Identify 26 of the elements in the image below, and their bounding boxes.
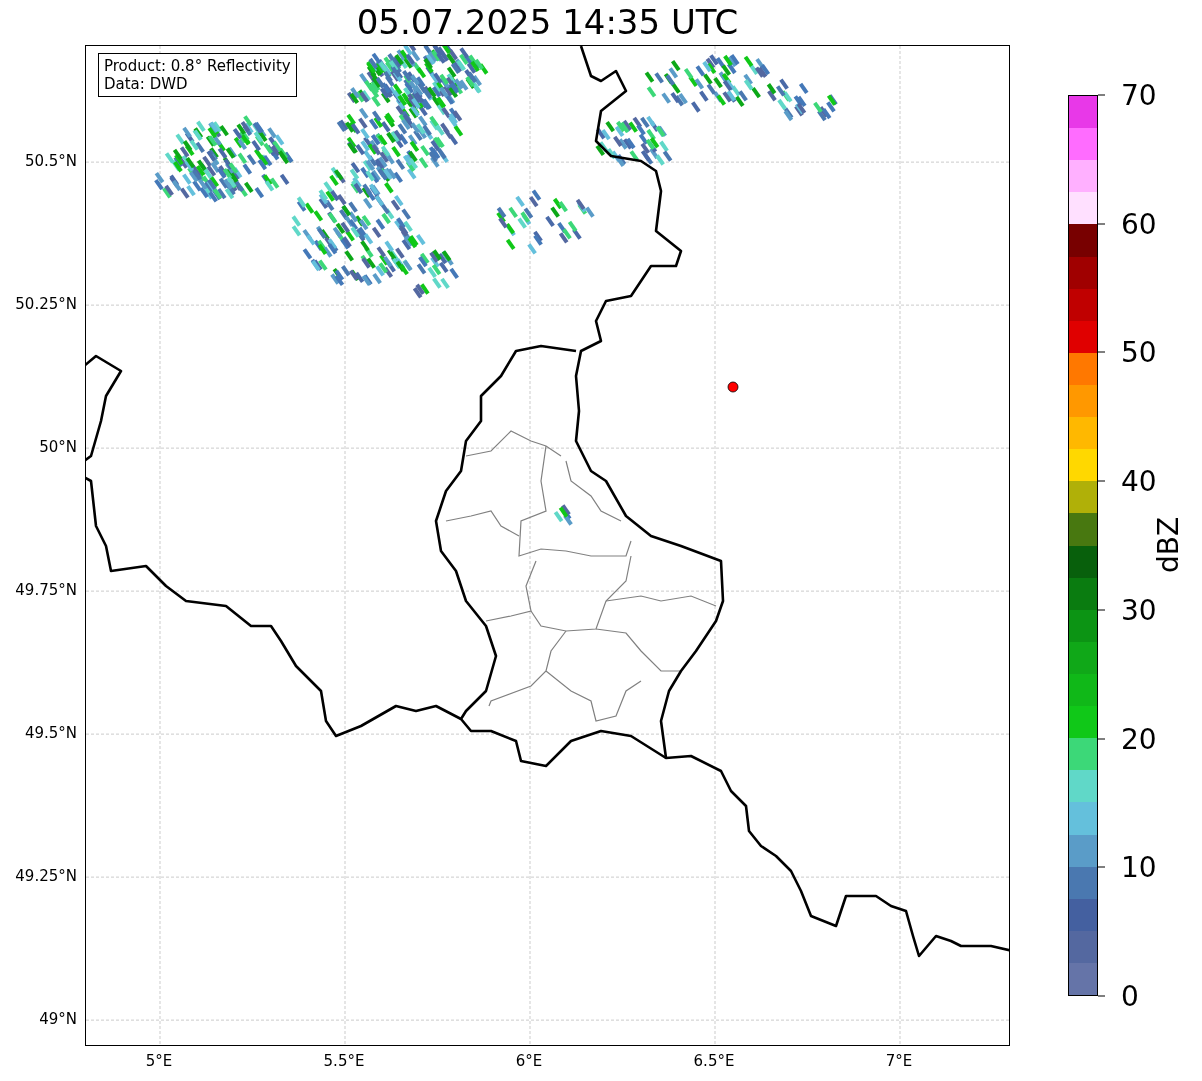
- chart-title: 05.07.2025 14:35 UTC: [355, 1, 739, 44]
- latitude-label: 50.25°N: [15, 295, 77, 314]
- colorbar-tick-label: 40: [1098, 464, 1157, 498]
- colorbar-tick-label: 10: [1098, 850, 1157, 884]
- colorbar-tick-label: 70: [1098, 78, 1157, 112]
- colorbar-tick-label: 50: [1098, 335, 1157, 369]
- longitude-label: 6.5°E: [693, 1052, 735, 1070]
- colorbar-tick-label: 30: [1098, 593, 1157, 627]
- longitude-label: 6°E: [515, 1052, 543, 1070]
- latitude-label: 49.5°N: [24, 724, 77, 743]
- longitude-label: 7°E: [885, 1052, 913, 1070]
- colorbar-title: dBZ: [1151, 516, 1185, 574]
- latitude-label: 50.5°N: [24, 152, 77, 171]
- colorbar-tick-label: 0: [1098, 979, 1139, 1013]
- radar-site-marker: [727, 381, 739, 393]
- longitude-label: 5°E: [145, 1052, 173, 1070]
- longitude-label: 5.5°E: [323, 1052, 365, 1070]
- latitude-label: 49°N: [39, 1010, 77, 1029]
- radar-echo-cluster: [553, 504, 573, 526]
- latitude-label: 49.25°N: [15, 867, 77, 886]
- colorbar-tick-label: 60: [1098, 207, 1157, 241]
- annotation-text: Data: DWD: [104, 75, 189, 93]
- annotation-text: Product: 0.8° Reflectivity: [104, 57, 291, 75]
- latitude-label: 49.75°N: [15, 581, 77, 600]
- latitude-label: 50°N: [39, 438, 77, 457]
- colorbar-tick-label: 20: [1098, 722, 1157, 756]
